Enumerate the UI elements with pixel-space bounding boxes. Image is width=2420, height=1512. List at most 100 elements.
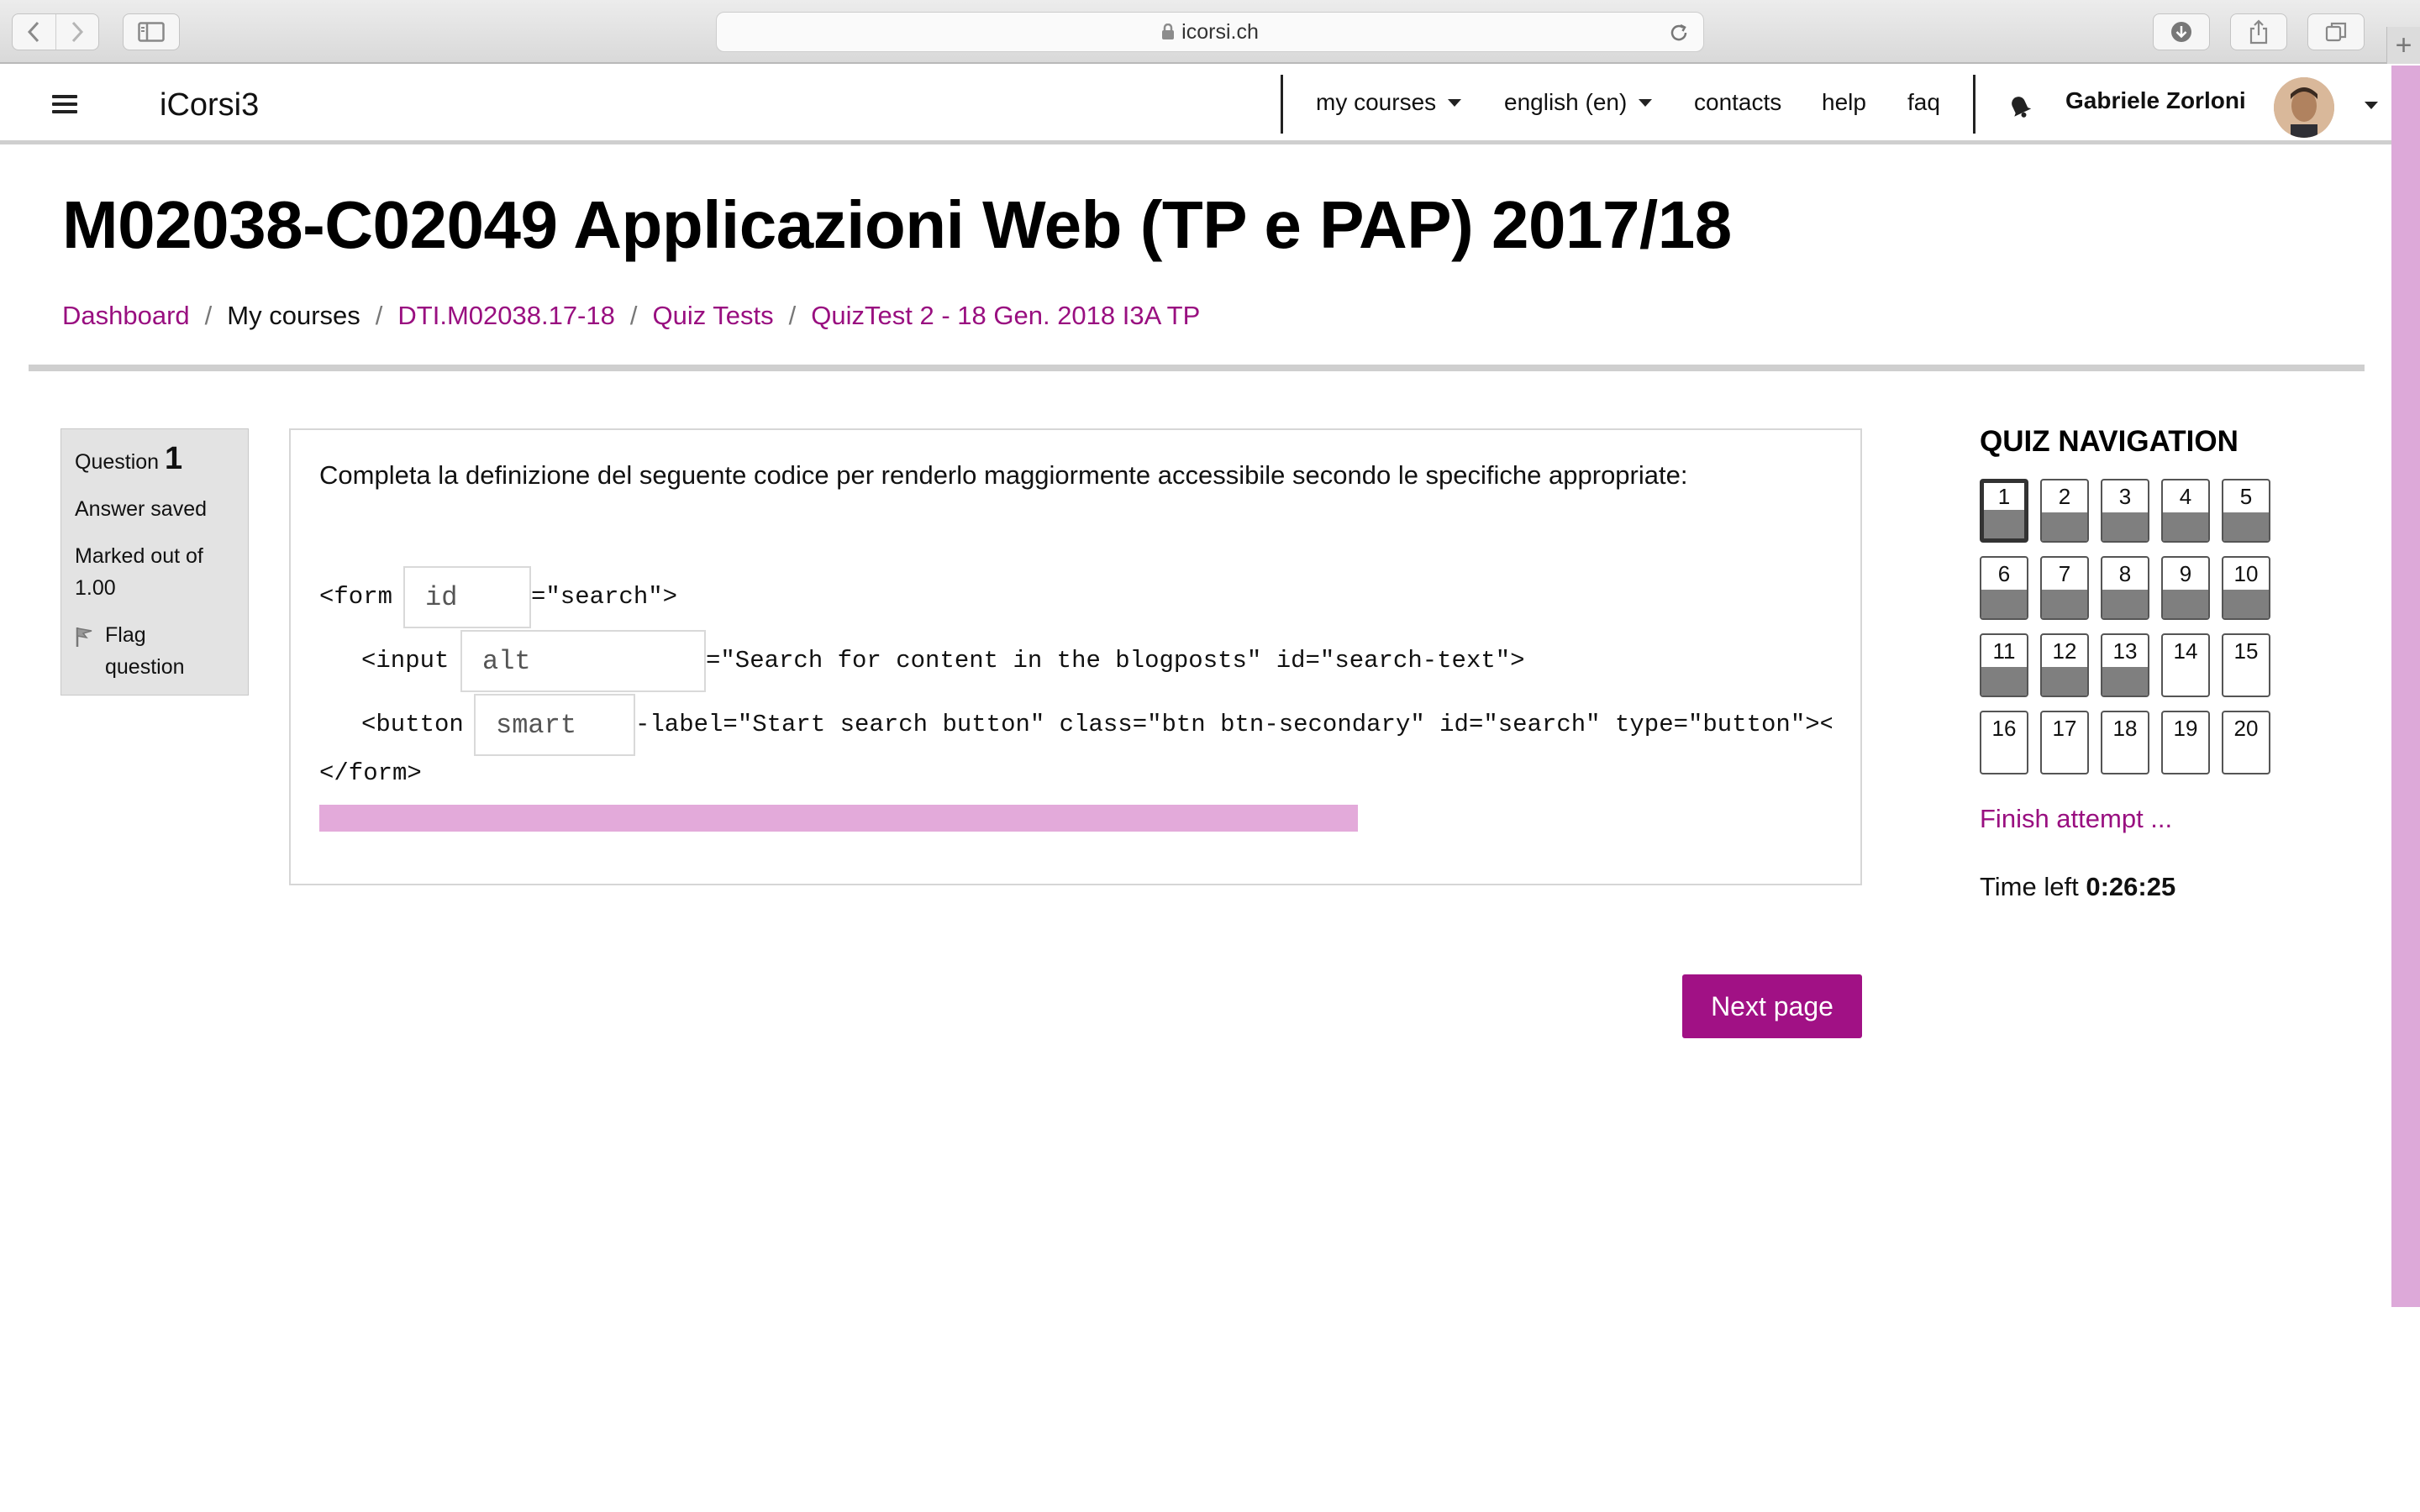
gap-input-1[interactable]: id [403,566,531,628]
flag-question-label: Flag question [105,619,185,683]
code-line-4: </form> [319,759,422,787]
gap-input-1-value: id [425,581,458,613]
nav-language[interactable]: english (en) [1504,89,1653,116]
notification-bell-icon[interactable] [2005,91,2033,119]
breadcrumb-separator: / [375,301,383,330]
quiz-nav-button-18[interactable]: 18 [2101,711,2149,774]
highlight-bar [319,805,1358,832]
quiz-nav-button-1[interactable]: 1 [1980,479,2028,543]
downloads-button[interactable] [2154,14,2209,50]
share-icon [2249,19,2268,45]
gap-input-2[interactable]: alt [460,630,706,692]
quiz-nav-button-7[interactable]: 7 [2040,556,2089,620]
quiz-nav-button-14[interactable]: 14 [2161,633,2210,697]
caret-down-icon [1448,98,1462,107]
nav-divider [1973,75,1975,134]
menu-icon[interactable] [52,95,77,113]
sidebar-icon [138,22,165,42]
code-line-3-suffix: -label="Start search button" class="btn … [635,711,1832,738]
question-number-label: Question [75,450,160,474]
quiz-nav-button-17[interactable]: 17 [2040,711,2089,774]
breadcrumb-quiz-tests[interactable]: Quiz Tests [653,301,774,331]
nav-faq[interactable]: faq [1907,89,1940,116]
nav-contacts[interactable]: contacts [1694,89,1781,116]
quiz-nav-button-16[interactable]: 16 [1980,711,2028,774]
share-button[interactable] [2231,14,2286,50]
code-line-1-prefix: <form [319,583,393,611]
user-photo [2274,77,2334,138]
quiz-nav-button-6[interactable]: 6 [1980,556,2028,620]
breadcrumb-separator: / [204,301,213,330]
new-tab-button[interactable]: + [2386,27,2420,64]
nav-divider [1281,75,1283,134]
download-icon [2171,22,2191,42]
question-content: Completa la definizione del seguente cod… [289,428,1862,885]
question-body: Completa la definizione del seguente cod… [291,430,1832,884]
back-button[interactable] [13,14,55,50]
tabs-overview-button[interactable] [2308,14,2364,50]
time-left: Time left 0:26:25 [1980,872,2175,902]
question-text: Completa la definizione del seguente cod… [319,460,1688,490]
chevron-left-icon [28,21,39,43]
nav-help[interactable]: help [1822,89,1866,116]
site-brand[interactable]: iCorsi3 [160,87,259,123]
caret-down-icon [1639,98,1653,107]
quiz-nav-button-20[interactable]: 20 [2222,711,2270,774]
nav-my-courses[interactable]: my courses [1316,89,1462,116]
url-text: icorsi.ch [1181,19,1259,44]
quiz-nav-button-10[interactable]: 10 [2222,556,2270,620]
quiz-nav-button-19[interactable]: 19 [2161,711,2210,774]
quiz-nav-button-5[interactable]: 5 [2222,479,2270,543]
nav-help-label: help [1822,89,1866,115]
breadcrumb-course[interactable]: DTI.M02038.17-18 [397,301,614,331]
reload-icon[interactable] [1668,22,1690,44]
gap-input-2-value: alt [482,645,531,677]
breadcrumb-quiz[interactable]: QuizTest 2 - 18 Gen. 2018 I3A TP [811,301,1200,331]
code-line-1-suffix: ="search"> [531,583,678,611]
grade-value: 1.00 [75,576,116,600]
code-line-2-prefix: <input [361,647,450,675]
breadcrumb-dashboard[interactable]: Dashboard [62,301,190,331]
question-number: Question 1 [75,443,234,478]
nav-my-courses-label: my courses [1316,89,1437,115]
quiz-navigation-title: QUIZ NAVIGATION [1980,425,2238,458]
browser-toolbar: icorsi.ch + [0,0,2420,64]
quiz-nav-button-15[interactable]: 15 [2222,633,2270,697]
quiz-nav-button-2[interactable]: 2 [2040,479,2089,543]
finish-attempt-link[interactable]: Finish attempt ... [1980,804,2172,834]
time-left-value: 0:26:25 [2086,872,2176,901]
question-number-value: 1 [165,441,183,476]
share-group [2230,13,2287,50]
nav-faq-label: faq [1907,89,1940,115]
quiz-nav-button-9[interactable]: 9 [2161,556,2210,620]
quiz-nav-button-8[interactable]: 8 [2101,556,2149,620]
code-line-2-suffix: ="Search for content in the blogposts" i… [706,647,1525,675]
breadcrumb: Dashboard / My courses / DTI.M02038.17-1… [62,301,1200,331]
user-menu-caret-icon[interactable] [2365,102,2378,109]
tabs-icon [2325,22,2347,42]
gap-input-3[interactable]: smart [474,694,635,756]
flag-line-1: Flag [105,623,146,647]
user-name[interactable]: Gabriele Zorloni [2065,87,2246,114]
forward-button[interactable] [55,14,98,50]
avatar[interactable] [2274,77,2334,138]
address-bar[interactable]: icorsi.ch [716,12,1704,52]
question-state: Answer saved [75,497,208,521]
lock-icon [1162,24,1175,39]
flag-question[interactable]: Flag question [75,619,234,683]
quiz-nav-button-11[interactable]: 11 [1980,633,2028,697]
next-page-button[interactable]: Next page [1682,974,1862,1038]
quiz-nav-button-12[interactable]: 12 [2040,633,2089,697]
breadcrumb-separator: / [629,301,638,330]
quiz-nav-button-3[interactable]: 3 [2101,479,2149,543]
grade-label: Marked out of [75,544,203,568]
history-buttons [12,13,99,50]
time-left-label: Time left [1980,872,2079,901]
flag-line-2: question [105,655,185,679]
quiz-nav-button-4[interactable]: 4 [2161,479,2210,543]
nav-contacts-label: contacts [1694,89,1782,115]
scrollbar[interactable] [2391,66,2420,1307]
quiz-nav-button-13[interactable]: 13 [2101,633,2149,697]
plus-icon: + [2395,29,2412,61]
sidebar-toggle-button[interactable] [124,14,179,50]
